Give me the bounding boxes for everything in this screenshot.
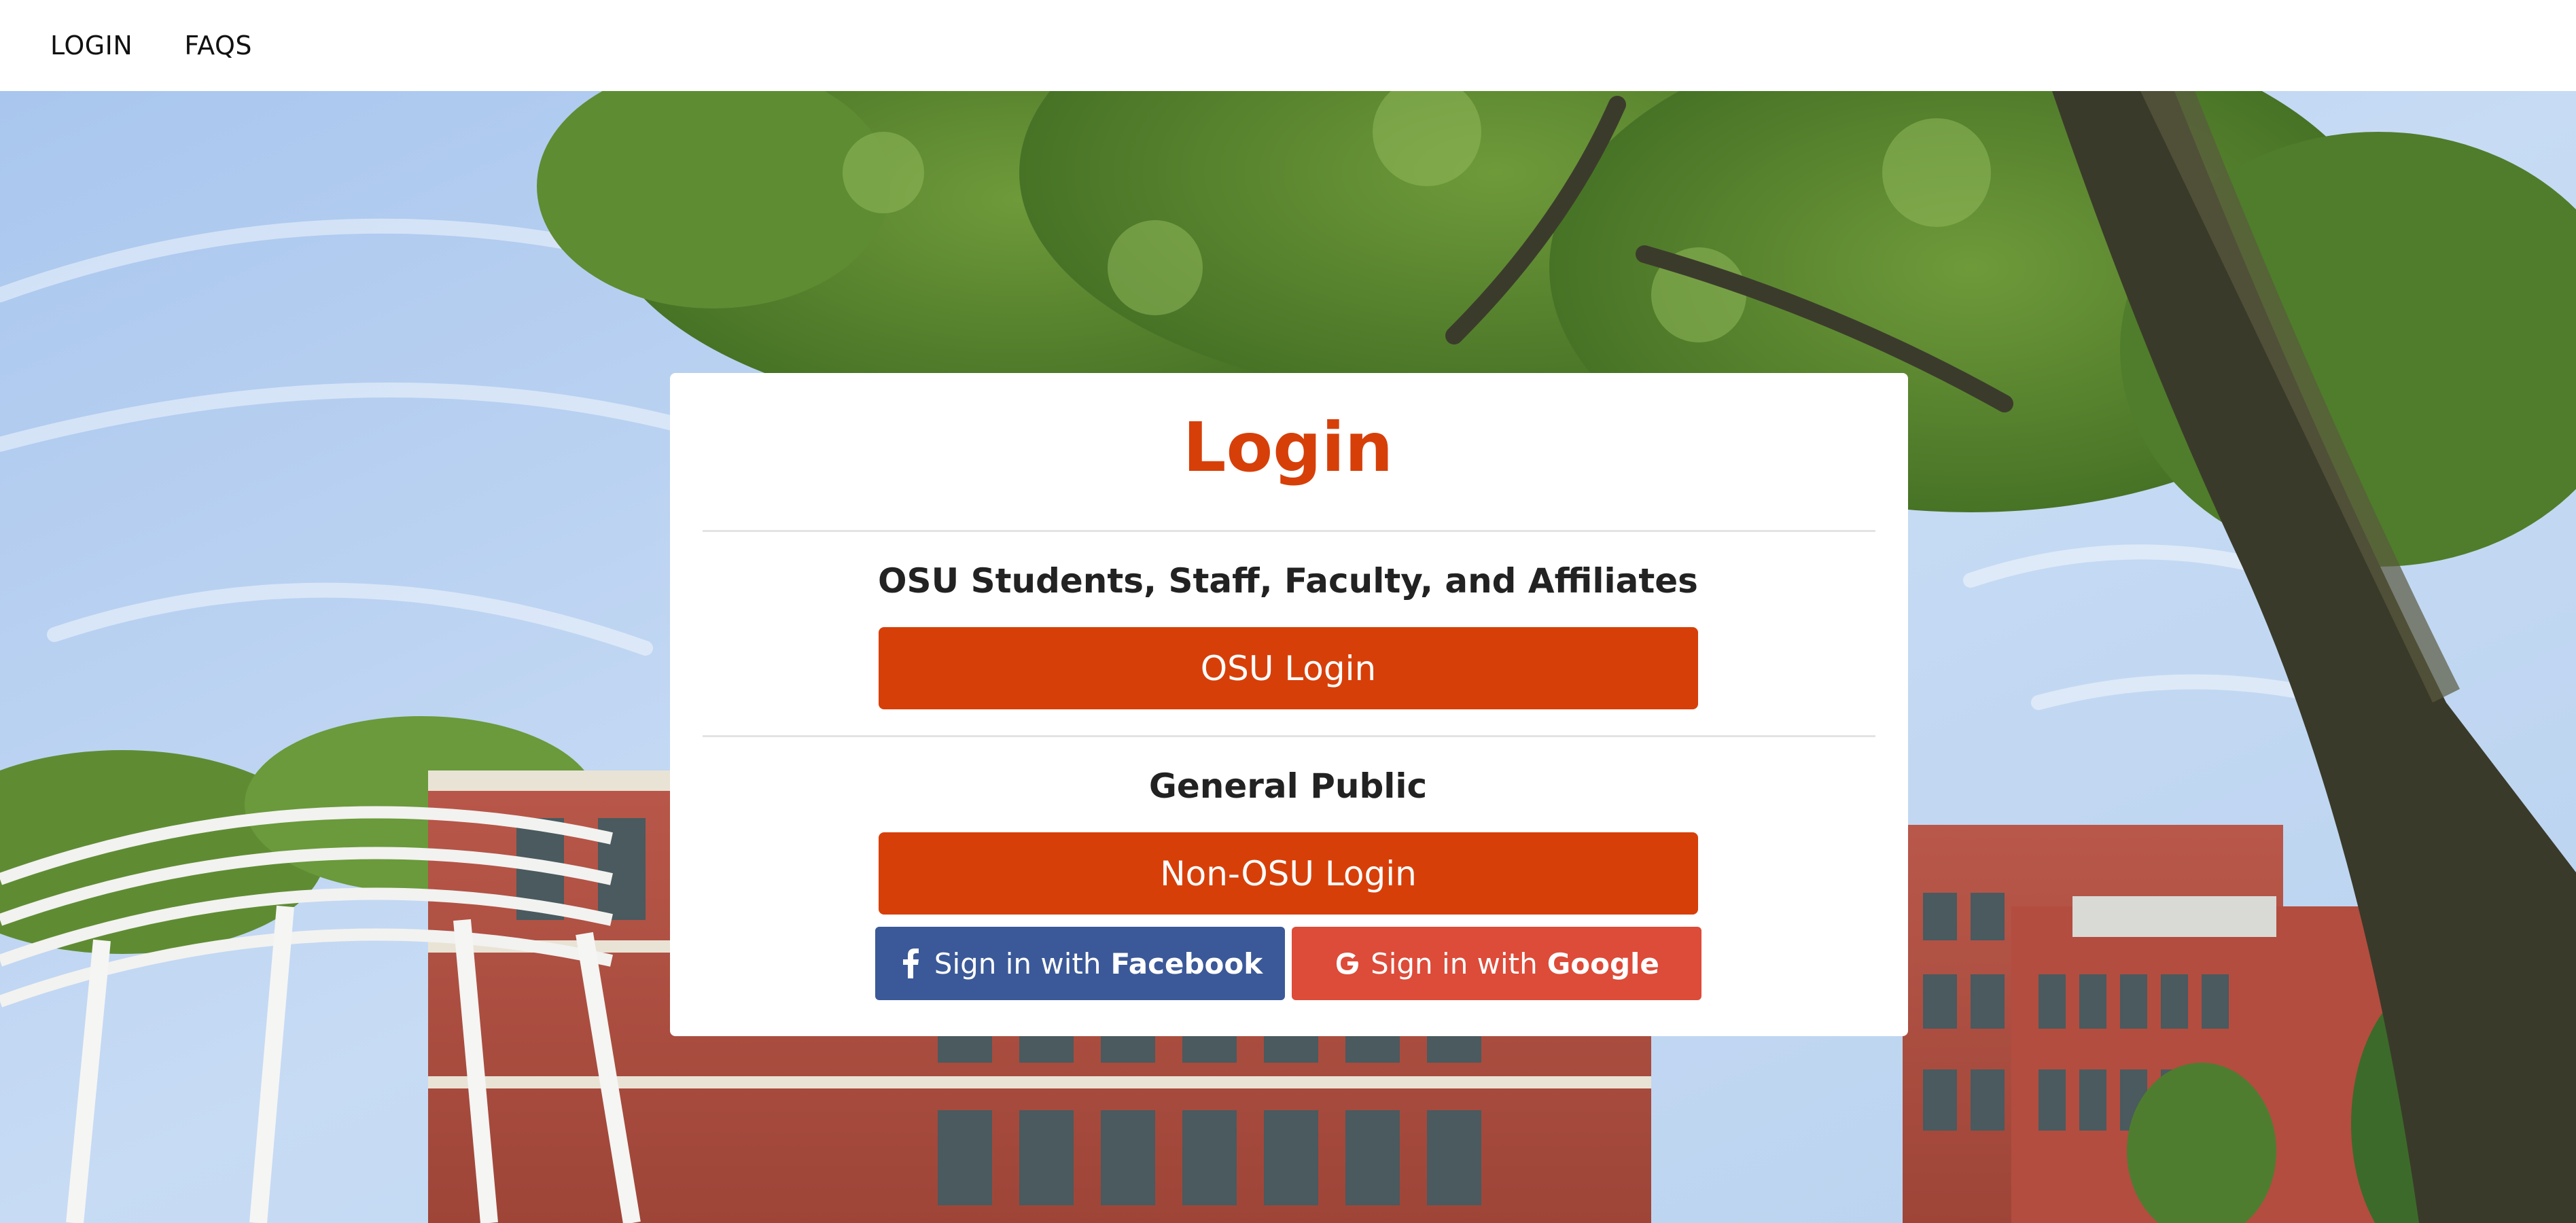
login-title: Login (1182, 408, 1394, 487)
google-signin-prefix: Sign in with (1371, 946, 1538, 980)
google-g-icon (1334, 948, 1361, 979)
google-signin-brand: Google (1547, 946, 1659, 980)
facebook-signin-prefix: Sign in with (934, 946, 1101, 980)
nav-login-link[interactable]: LOGIN (50, 31, 133, 60)
top-nav: LOGIN FAQS (0, 0, 2576, 91)
section-divider (703, 735, 1875, 737)
non-osu-login-button[interactable]: Non-OSU Login (879, 832, 1698, 915)
osu-login-button[interactable]: OSU Login (879, 627, 1698, 709)
nav-faqs-link[interactable]: FAQS (184, 31, 252, 60)
facebook-signin-button[interactable]: Sign in with Facebook (875, 927, 1285, 1000)
public-section-label: General Public (1148, 766, 1428, 806)
facebook-signin-brand: Facebook (1110, 946, 1263, 980)
title-divider (703, 530, 1875, 532)
osu-section-label: OSU Students, Staff, Faculty, and Affili… (878, 561, 1698, 601)
google-signin-button[interactable]: Sign in with Google (1292, 927, 1701, 1000)
facebook-f-icon (898, 948, 925, 979)
